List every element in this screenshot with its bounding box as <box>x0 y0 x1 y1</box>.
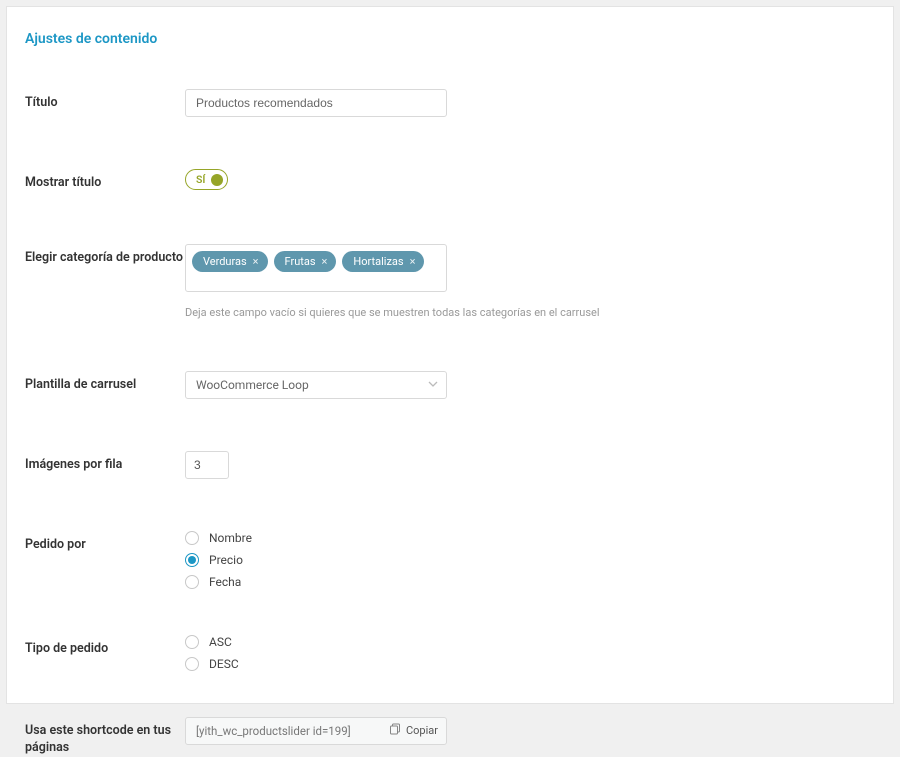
radio-icon <box>185 635 199 649</box>
tag-remove-icon[interactable]: × <box>322 255 328 268</box>
tag-label: Verduras <box>203 255 247 268</box>
radio-label: ASC <box>209 635 232 649</box>
toggle-on-label: SÍ <box>196 173 205 186</box>
category-tag: Verduras × <box>192 251 268 272</box>
tag-label: Frutas <box>285 255 316 268</box>
pedido-por-radio-item[interactable]: Fecha <box>185 575 875 589</box>
mostrar-titulo-toggle[interactable]: SÍ <box>185 169 228 190</box>
radio-label: Fecha <box>209 575 241 589</box>
toggle-knob <box>211 174 223 186</box>
row-shortcode: Usa este shortcode en tus páginas [yith_… <box>25 717 875 757</box>
label-imagenes-fila: Imágenes por fila <box>25 451 185 474</box>
titulo-input[interactable] <box>185 89 447 117</box>
row-titulo: Título <box>25 89 875 117</box>
row-pedido-por: Pedido por Nombre Precio Fecha <box>25 531 875 589</box>
label-shortcode: Usa este shortcode en tus páginas <box>25 717 185 757</box>
tipo-pedido-radio-item[interactable]: ASC <box>185 635 875 649</box>
pedido-por-radio-item[interactable]: Precio <box>185 553 875 567</box>
radio-icon <box>185 575 199 589</box>
row-imagenes-fila: Imágenes por fila <box>25 451 875 479</box>
settings-panel: Ajustes de contenido Título Mostrar títu… <box>6 6 894 704</box>
radio-icon <box>185 531 199 545</box>
label-tipo-pedido: Tipo de pedido <box>25 635 185 658</box>
plantilla-select[interactable]: WooCommerce Loop <box>185 371 447 399</box>
row-plantilla: Plantilla de carrusel WooCommerce Loop <box>25 371 875 399</box>
imagenes-fila-input[interactable] <box>185 451 229 479</box>
label-pedido-por: Pedido por <box>25 531 185 554</box>
chevron-down-icon <box>428 378 438 392</box>
row-tipo-pedido: Tipo de pedido ASC DESC <box>25 635 875 671</box>
label-titulo: Título <box>25 89 185 112</box>
radio-label: DESC <box>209 657 239 671</box>
category-tag: Frutas × <box>274 251 337 272</box>
copy-button[interactable]: Copiar <box>390 723 438 738</box>
tag-remove-icon[interactable]: × <box>253 255 259 268</box>
label-categoria: Elegir categoría de producto <box>25 244 185 267</box>
pedido-por-radio-list: Nombre Precio Fecha <box>185 531 875 589</box>
copy-label: Copiar <box>406 724 438 737</box>
label-plantilla: Plantilla de carrusel <box>25 371 185 394</box>
categoria-hint: Deja este campo vacío si quieres que se … <box>185 306 875 319</box>
row-mostrar-titulo: Mostrar título SÍ <box>25 169 875 192</box>
shortcode-value: [yith_wc_productslider id=199] <box>196 724 351 738</box>
tipo-pedido-radio-item[interactable]: DESC <box>185 657 875 671</box>
shortcode-box: [yith_wc_productslider id=199] Copiar <box>185 717 447 745</box>
radio-icon <box>185 553 199 567</box>
tipo-pedido-radio-list: ASC DESC <box>185 635 875 671</box>
category-tag: Hortalizas × <box>342 251 424 272</box>
radio-label: Precio <box>209 553 243 567</box>
label-mostrar-titulo: Mostrar título <box>25 169 185 192</box>
categoria-tagbox[interactable]: Verduras × Frutas × Hortalizas × <box>185 244 447 292</box>
radio-label: Nombre <box>209 531 252 545</box>
radio-icon <box>185 657 199 671</box>
copy-icon <box>390 723 402 738</box>
row-categoria: Elegir categoría de producto Verduras×Fr… <box>25 244 875 319</box>
plantilla-selected-value: WooCommerce Loop <box>196 378 309 392</box>
section-title: Ajustes de contenido <box>25 31 875 47</box>
pedido-por-radio-item[interactable]: Nombre <box>185 531 875 545</box>
tag-remove-icon[interactable]: × <box>410 255 416 268</box>
tag-label: Hortalizas <box>353 255 403 268</box>
